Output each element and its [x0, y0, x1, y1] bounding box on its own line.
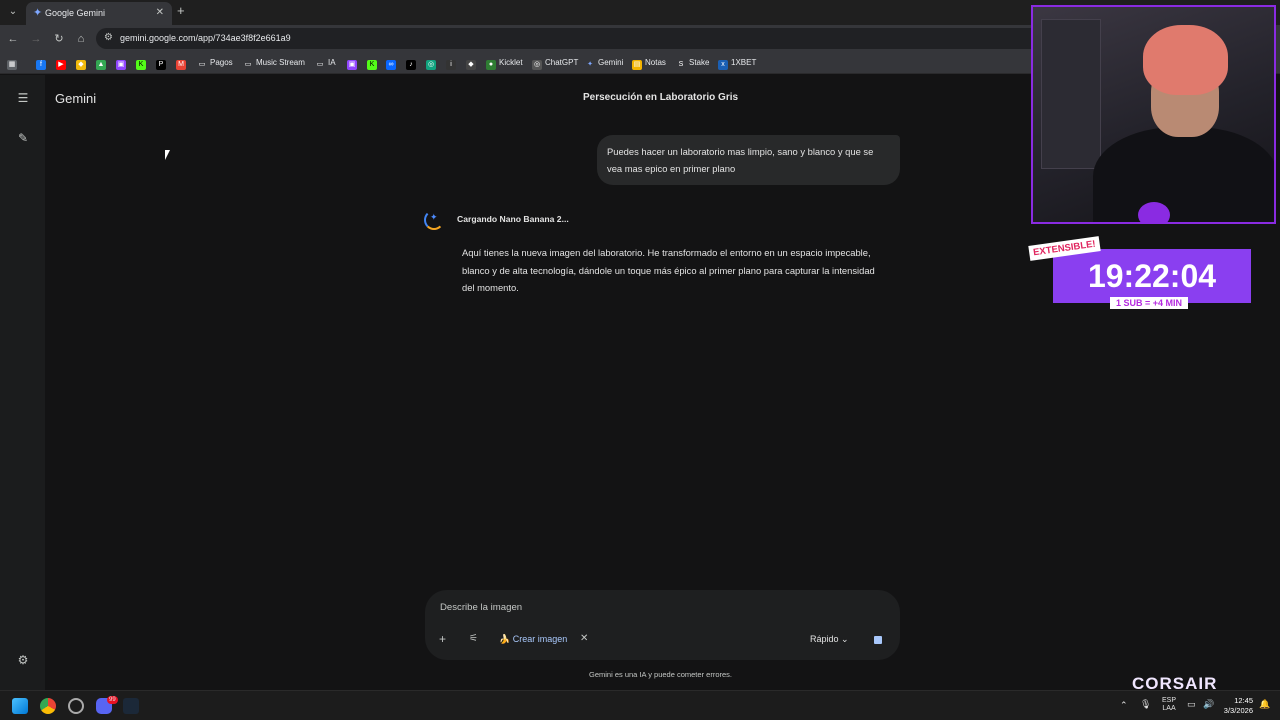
- new-tab-icon[interactable]: +: [177, 4, 185, 18]
- webcam-person-body: [1093, 127, 1274, 222]
- tab-title: Google Gemini: [45, 8, 106, 18]
- url-text: gemini.google.com/app/734ae3f8f2e661a9: [120, 33, 291, 43]
- tool-chip-label: Crear imagen: [512, 634, 568, 644]
- tab-search-icon[interactable]: ⌄: [6, 5, 20, 19]
- chevron-down-icon: ⌄: [841, 634, 849, 644]
- home-icon[interactable]: ⌂: [74, 32, 88, 46]
- chrome-taskbar-icon[interactable]: [40, 698, 56, 714]
- bookmark-gemini[interactable]: ✦ Gemini: [585, 56, 623, 70]
- site-info-icon[interactable]: ⚙: [104, 32, 113, 43]
- chat-title[interactable]: Persecución en Laboratorio Gris: [583, 92, 738, 103]
- bookmark-music-stream[interactable]: ▭ Music Stream: [243, 56, 305, 70]
- sub-rule-tag: 1 SUB = +4 MIN: [1110, 297, 1189, 309]
- gemini-favicon-icon: ✦: [33, 7, 43, 19]
- webcam-shelf: [1041, 19, 1101, 169]
- bookmark-chatgpt-alt-icon[interactable]: ◎: [426, 56, 439, 70]
- bookmark-tiktok-icon[interactable]: ♪: [406, 56, 419, 70]
- gemini-brand[interactable]: Gemini: [55, 91, 96, 106]
- prompt-composer[interactable]: Describe la imagen + ⚟ 🍌 Crear imagen ✕ …: [425, 590, 900, 660]
- subathon-timer: 19:22:04: [1053, 249, 1251, 303]
- bookmark-p-icon[interactable]: P: [156, 56, 169, 70]
- bookmark-chatgpt[interactable]: ◎ ChatGPT: [532, 56, 578, 70]
- user-message-bubble: Puedes hacer un laboratorio mas limpio, …: [597, 135, 900, 185]
- apps-icon[interactable]: ▦: [7, 56, 20, 70]
- gemini-side-rail: ☰ ✎ ⚙: [0, 75, 45, 690]
- webcam-person-hair: [1143, 25, 1228, 95]
- gemini-spark-icon: ✦: [430, 212, 438, 222]
- webcam-overlay: [1031, 5, 1276, 224]
- bookmark-pagos[interactable]: ▭ Pagos: [197, 56, 233, 70]
- bookmark-binance-icon[interactable]: ◆: [76, 56, 89, 70]
- bookmark-twitch2-icon[interactable]: ▣: [347, 56, 360, 70]
- mode-selector[interactable]: Rápido ⌄: [810, 634, 849, 645]
- stop-generation-icon[interactable]: [874, 636, 882, 644]
- language-indicator[interactable]: ESP LAA: [1162, 697, 1176, 713]
- timer-value: 19:22:04: [1087, 258, 1217, 294]
- chrome-alt-taskbar-icon[interactable]: [68, 698, 84, 714]
- stream-logo-icon: [1138, 202, 1170, 222]
- discord-badge: 99: [107, 696, 118, 704]
- bookmark-notas[interactable]: ▤ Notas: [632, 56, 666, 70]
- bookmark-youtube-icon[interactable]: ▶: [56, 56, 69, 70]
- bookmark-facebook-icon[interactable]: f: [36, 56, 49, 70]
- windows-start-icon[interactable]: [12, 698, 28, 714]
- bookmark-kick-icon[interactable]: K: [136, 56, 149, 70]
- tab-close-icon[interactable]: ✕: [156, 7, 164, 19]
- bookmark-drive-icon[interactable]: ▲: [96, 56, 109, 70]
- microphone-icon[interactable]: 🎙: [1140, 700, 1151, 709]
- steam-taskbar-icon[interactable]: [123, 698, 139, 714]
- prompt-input[interactable]: Describe la imagen: [440, 602, 522, 613]
- system-clock[interactable]: 12:45 3/3/2026: [1224, 696, 1253, 716]
- settings-gear-icon[interactable]: ⚙: [16, 653, 30, 667]
- tools-icon[interactable]: ⚟: [469, 632, 478, 646]
- windows-taskbar: 99 ⌃ 🎙 ESP LAA ▭ 🔊 12:45 3/3/2026 🔔: [0, 690, 1280, 720]
- mouse-cursor: [165, 150, 173, 160]
- assistant-response: Aquí tienes la nueva imagen del laborato…: [462, 247, 875, 293]
- tray-overflow-icon[interactable]: ⌃: [1120, 701, 1128, 710]
- bookmark-i-icon[interactable]: i: [446, 56, 459, 70]
- mode-label: Rápido: [810, 634, 839, 644]
- network-icon[interactable]: ▭: [1187, 700, 1196, 709]
- bookmark-gmail-icon[interactable]: M: [176, 56, 189, 70]
- add-file-icon[interactable]: +: [439, 632, 446, 646]
- forward-icon[interactable]: →: [29, 32, 43, 46]
- reload-icon[interactable]: ↻: [52, 32, 66, 46]
- banana-icon: 🍌: [499, 634, 511, 644]
- disclaimer-text: Gemini es una IA y puede cometer errores…: [589, 670, 732, 679]
- bookmark-kick2-icon[interactable]: K: [367, 56, 380, 70]
- loading-status: Cargando Nano Banana 2...: [457, 214, 569, 224]
- bookmark-ia[interactable]: ▭ IA: [315, 56, 336, 70]
- bookmark-twitch-icon[interactable]: ▣: [116, 56, 129, 70]
- back-icon[interactable]: ←: [6, 32, 20, 46]
- volume-icon[interactable]: 🔊: [1203, 700, 1214, 709]
- bookmark-meta-icon[interactable]: ∞: [386, 56, 399, 70]
- bookmark-kicklet[interactable]: ● Kicklet: [486, 56, 523, 70]
- bookmark-stake[interactable]: S Stake: [676, 56, 710, 70]
- bookmark-1xbet[interactable]: x 1XBET: [718, 56, 756, 70]
- main-menu-icon[interactable]: ☰: [16, 91, 30, 105]
- remove-tool-icon[interactable]: ✕: [580, 633, 588, 644]
- tool-chip[interactable]: 🍌 Crear imagen: [499, 634, 567, 645]
- bookmark-diamond-icon[interactable]: ◆: [466, 56, 479, 70]
- notifications-icon[interactable]: 🔔: [1259, 700, 1270, 709]
- tab-google-gemini[interactable]: ✦ Google Gemini ✕: [26, 2, 172, 25]
- new-chat-icon[interactable]: ✎: [16, 131, 30, 145]
